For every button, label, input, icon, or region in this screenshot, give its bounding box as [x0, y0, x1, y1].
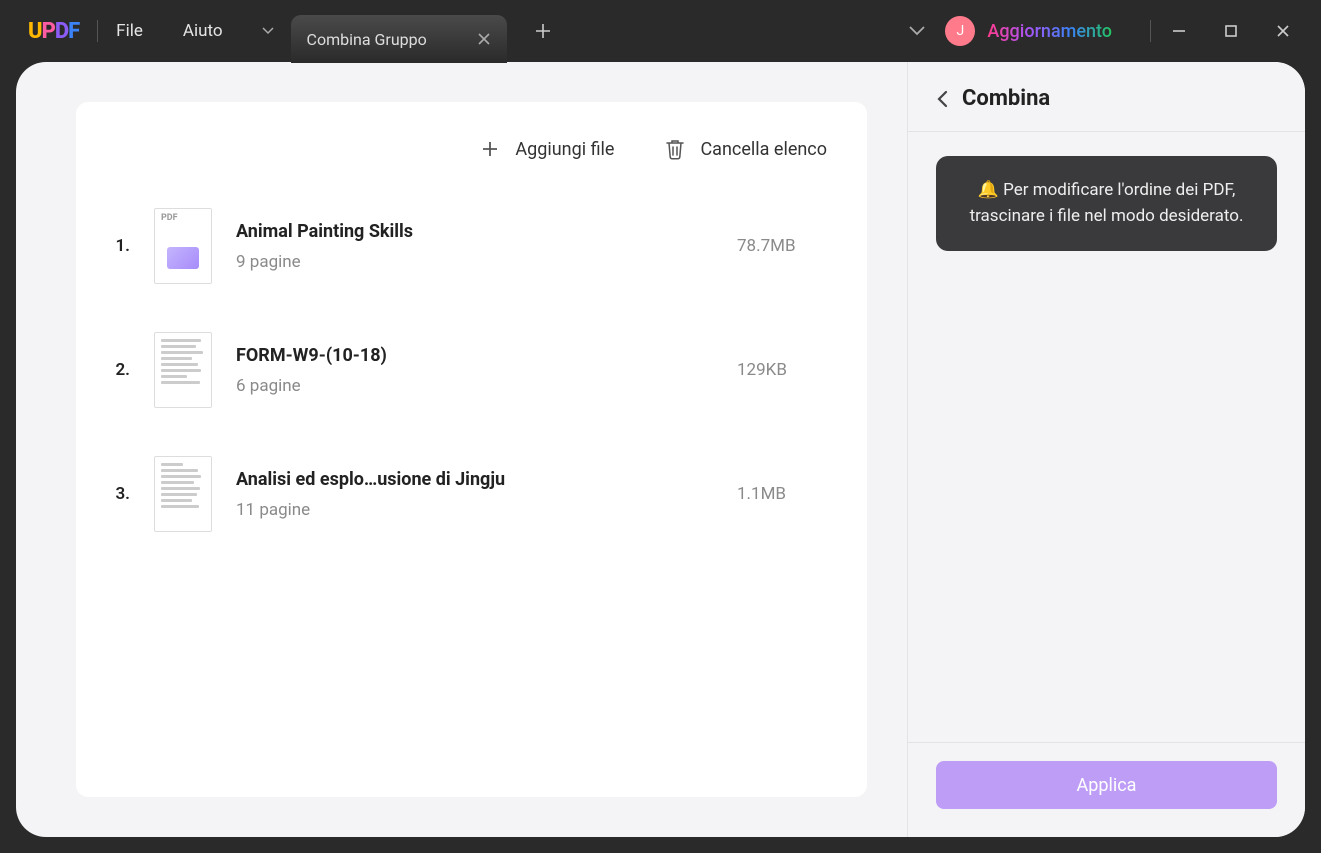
avatar: J: [945, 16, 975, 46]
row-index: 1.: [106, 236, 130, 256]
side-title: Combina: [962, 86, 1050, 111]
minimize-icon[interactable]: [1169, 21, 1189, 41]
user-area[interactable]: J Aggiornamento: [945, 16, 1112, 46]
file-thumbnail: [154, 456, 212, 532]
file-thumbnail: PDF: [154, 208, 212, 284]
file-size: 129KB: [737, 360, 827, 380]
app-logo: UPDF: [28, 19, 79, 44]
row-index: 2.: [106, 360, 130, 380]
new-tab-button[interactable]: [523, 23, 563, 39]
list-item[interactable]: 2. FORM-W: [106, 332, 827, 408]
main-menu: File Aiuto: [116, 21, 222, 41]
chevron-left-icon[interactable]: [936, 90, 948, 108]
row-info: Animal Painting Skills 9 pagine: [236, 221, 713, 272]
titlebar: UPDF File Aiuto Combina Gruppo J Aggiorn…: [0, 0, 1321, 62]
menu-help[interactable]: Aiuto: [183, 21, 223, 41]
file-name: FORM-W9-(10-18): [236, 345, 713, 366]
row-info: Analisi ed esplo…usione di Jingju 11 pag…: [236, 469, 713, 520]
file-size: 1.1MB: [737, 484, 827, 504]
file-thumbnail: [154, 332, 212, 408]
clear-list-button[interactable]: Cancella elenco: [664, 138, 827, 160]
file-size: 78.7MB: [737, 236, 827, 256]
file-pages: 6 pagine: [236, 376, 713, 396]
menu-file[interactable]: File: [116, 21, 143, 41]
close-window-icon[interactable]: [1273, 21, 1293, 41]
tabs-overflow-dropdown-icon[interactable]: [909, 26, 925, 36]
main-panel: Aggiungi file Cancella elenco 1. PDF: [16, 62, 907, 837]
content-area: Aggiungi file Cancella elenco 1. PDF: [16, 62, 1305, 837]
row-info: FORM-W9-(10-18) 6 pagine: [236, 345, 713, 396]
plus-icon: [479, 138, 501, 160]
side-panel: Combina 🔔 Per modificare l'ordine dei PD…: [907, 62, 1305, 837]
file-list: 1. PDF Animal Painting Skills 9 pagine 7…: [106, 188, 827, 532]
file-toolbar: Aggiungi file Cancella elenco: [106, 132, 827, 188]
upgrade-label: Aggiornamento: [987, 21, 1112, 42]
trash-icon: [664, 138, 686, 160]
clear-list-label: Cancella elenco: [700, 139, 827, 160]
apply-button[interactable]: Applica: [936, 761, 1277, 809]
window-controls: [1169, 21, 1293, 41]
row-index: 3.: [106, 484, 130, 504]
add-file-button[interactable]: Aggiungi file: [479, 138, 614, 160]
maximize-icon[interactable]: [1221, 21, 1241, 41]
file-name: Analisi ed esplo…usione di Jingju: [236, 469, 713, 490]
list-item[interactable]: 1. PDF Animal Painting Skills 9 pagine 7…: [106, 208, 827, 284]
file-pages: 9 pagine: [236, 252, 713, 272]
list-item[interactable]: 3. Analis: [106, 456, 827, 532]
tab-title: Combina Gruppo: [307, 30, 427, 49]
file-pages: 11 pagine: [236, 500, 713, 520]
side-footer: Applica: [908, 742, 1305, 837]
tab-menu-dropdown-icon[interactable]: [253, 11, 283, 51]
hint-tooltip: 🔔 Per modificare l'ordine dei PDF, trasc…: [936, 156, 1277, 251]
file-name: Animal Painting Skills: [236, 221, 713, 242]
close-icon[interactable]: [477, 32, 491, 46]
add-file-label: Aggiungi file: [515, 139, 614, 160]
side-header: Combina: [908, 86, 1305, 132]
tab-combine-group[interactable]: Combina Gruppo: [291, 15, 507, 63]
file-list-card: Aggiungi file Cancella elenco 1. PDF: [76, 102, 867, 797]
divider: [97, 20, 98, 42]
tab-region: Combina Gruppo: [253, 0, 563, 63]
divider: [1150, 20, 1151, 42]
